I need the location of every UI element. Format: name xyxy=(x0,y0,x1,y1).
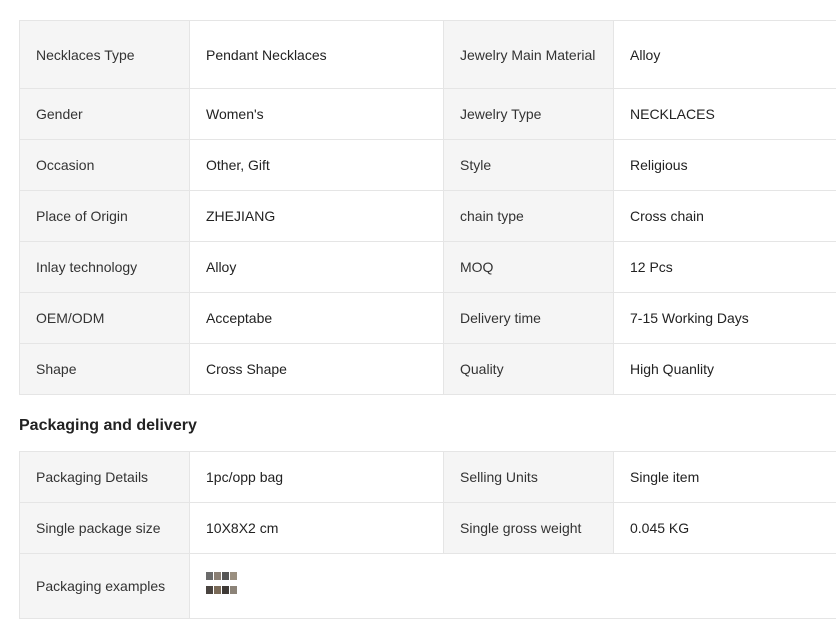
thumbnail-tile xyxy=(214,572,221,580)
attribute-label: Necklaces Type xyxy=(19,20,190,89)
table-row: OEM/ODM Acceptabe Delivery time 7-15 Wor… xyxy=(19,292,836,344)
section-title-packaging: Packaging and delivery xyxy=(19,417,197,434)
attribute-label: Occasion xyxy=(19,139,190,191)
table-row: Shape Cross Shape Quality High Quanlity xyxy=(19,343,836,395)
attribute-value: 7-15 Working Days xyxy=(613,292,836,344)
packaging-table: Packaging Details 1pc/opp bag Selling Un… xyxy=(19,451,836,619)
thumbnail-tile xyxy=(214,586,221,594)
attribute-value: Cross chain xyxy=(613,190,836,242)
thumbnail-tile xyxy=(222,572,229,580)
attribute-label: OEM/ODM xyxy=(19,292,190,344)
attribute-value: NECKLACES xyxy=(613,88,836,140)
attribute-label: Single package size xyxy=(19,502,190,554)
attribute-label: Single gross weight xyxy=(443,502,614,554)
attribute-value: Other, Gift xyxy=(189,139,444,191)
thumbnail-tile xyxy=(206,586,213,594)
table-row: Necklaces Type Pendant Necklaces Jewelry… xyxy=(19,20,836,89)
attribute-value: Religious xyxy=(613,139,836,191)
attribute-value: Alloy xyxy=(189,241,444,293)
attribute-label: Selling Units xyxy=(443,451,614,503)
table-row: Packaging examples xyxy=(19,553,836,619)
table-row: Inlay technology Alloy MOQ 12 Pcs xyxy=(19,241,836,293)
attribute-value: 10X8X2 cm xyxy=(189,502,444,554)
attribute-value: Pendant Necklaces xyxy=(189,20,444,89)
thumbnail-tile xyxy=(230,586,237,594)
packaging-example-thumbnail[interactable] xyxy=(206,570,238,602)
attribute-value: 0.045 KG xyxy=(613,502,836,554)
attribute-label: Jewelry Main Material xyxy=(443,20,614,89)
attribute-label: Jewelry Type xyxy=(443,88,614,140)
table-row: Place of Origin ZHEJIANG chain type Cros… xyxy=(19,190,836,242)
packaging-examples-cell xyxy=(189,553,836,619)
attribute-label: Style xyxy=(443,139,614,191)
attribute-label: Gender xyxy=(19,88,190,140)
attributes-table: Necklaces Type Pendant Necklaces Jewelry… xyxy=(19,20,836,395)
table-row: Single package size 10X8X2 cm Single gro… xyxy=(19,502,836,554)
attribute-label: Shape xyxy=(19,343,190,395)
attribute-label: Quality xyxy=(443,343,614,395)
attribute-label: chain type xyxy=(443,190,614,242)
attribute-label: Packaging examples xyxy=(19,553,190,619)
attribute-label: MOQ xyxy=(443,241,614,293)
attribute-value: 1pc/opp bag xyxy=(189,451,444,503)
attribute-value: Single item xyxy=(613,451,836,503)
attribute-label: Inlay technology xyxy=(19,241,190,293)
table-row: Gender Women's Jewelry Type NECKLACES xyxy=(19,88,836,140)
thumbnail-tile xyxy=(230,572,237,580)
attribute-label: Place of Origin xyxy=(19,190,190,242)
thumbnail-tile xyxy=(206,572,213,580)
attribute-label: Packaging Details xyxy=(19,451,190,503)
attribute-value: Alloy xyxy=(613,20,836,89)
attribute-value: Acceptabe xyxy=(189,292,444,344)
attribute-label: Delivery time xyxy=(443,292,614,344)
attribute-value: Cross Shape xyxy=(189,343,444,395)
attribute-value: Women's xyxy=(189,88,444,140)
table-row: Packaging Details 1pc/opp bag Selling Un… xyxy=(19,451,836,503)
attribute-value: 12 Pcs xyxy=(613,241,836,293)
thumbnail-tile xyxy=(222,586,229,594)
attribute-value: ZHEJIANG xyxy=(189,190,444,242)
table-row: Occasion Other, Gift Style Religious xyxy=(19,139,836,191)
attribute-value: High Quanlity xyxy=(613,343,836,395)
